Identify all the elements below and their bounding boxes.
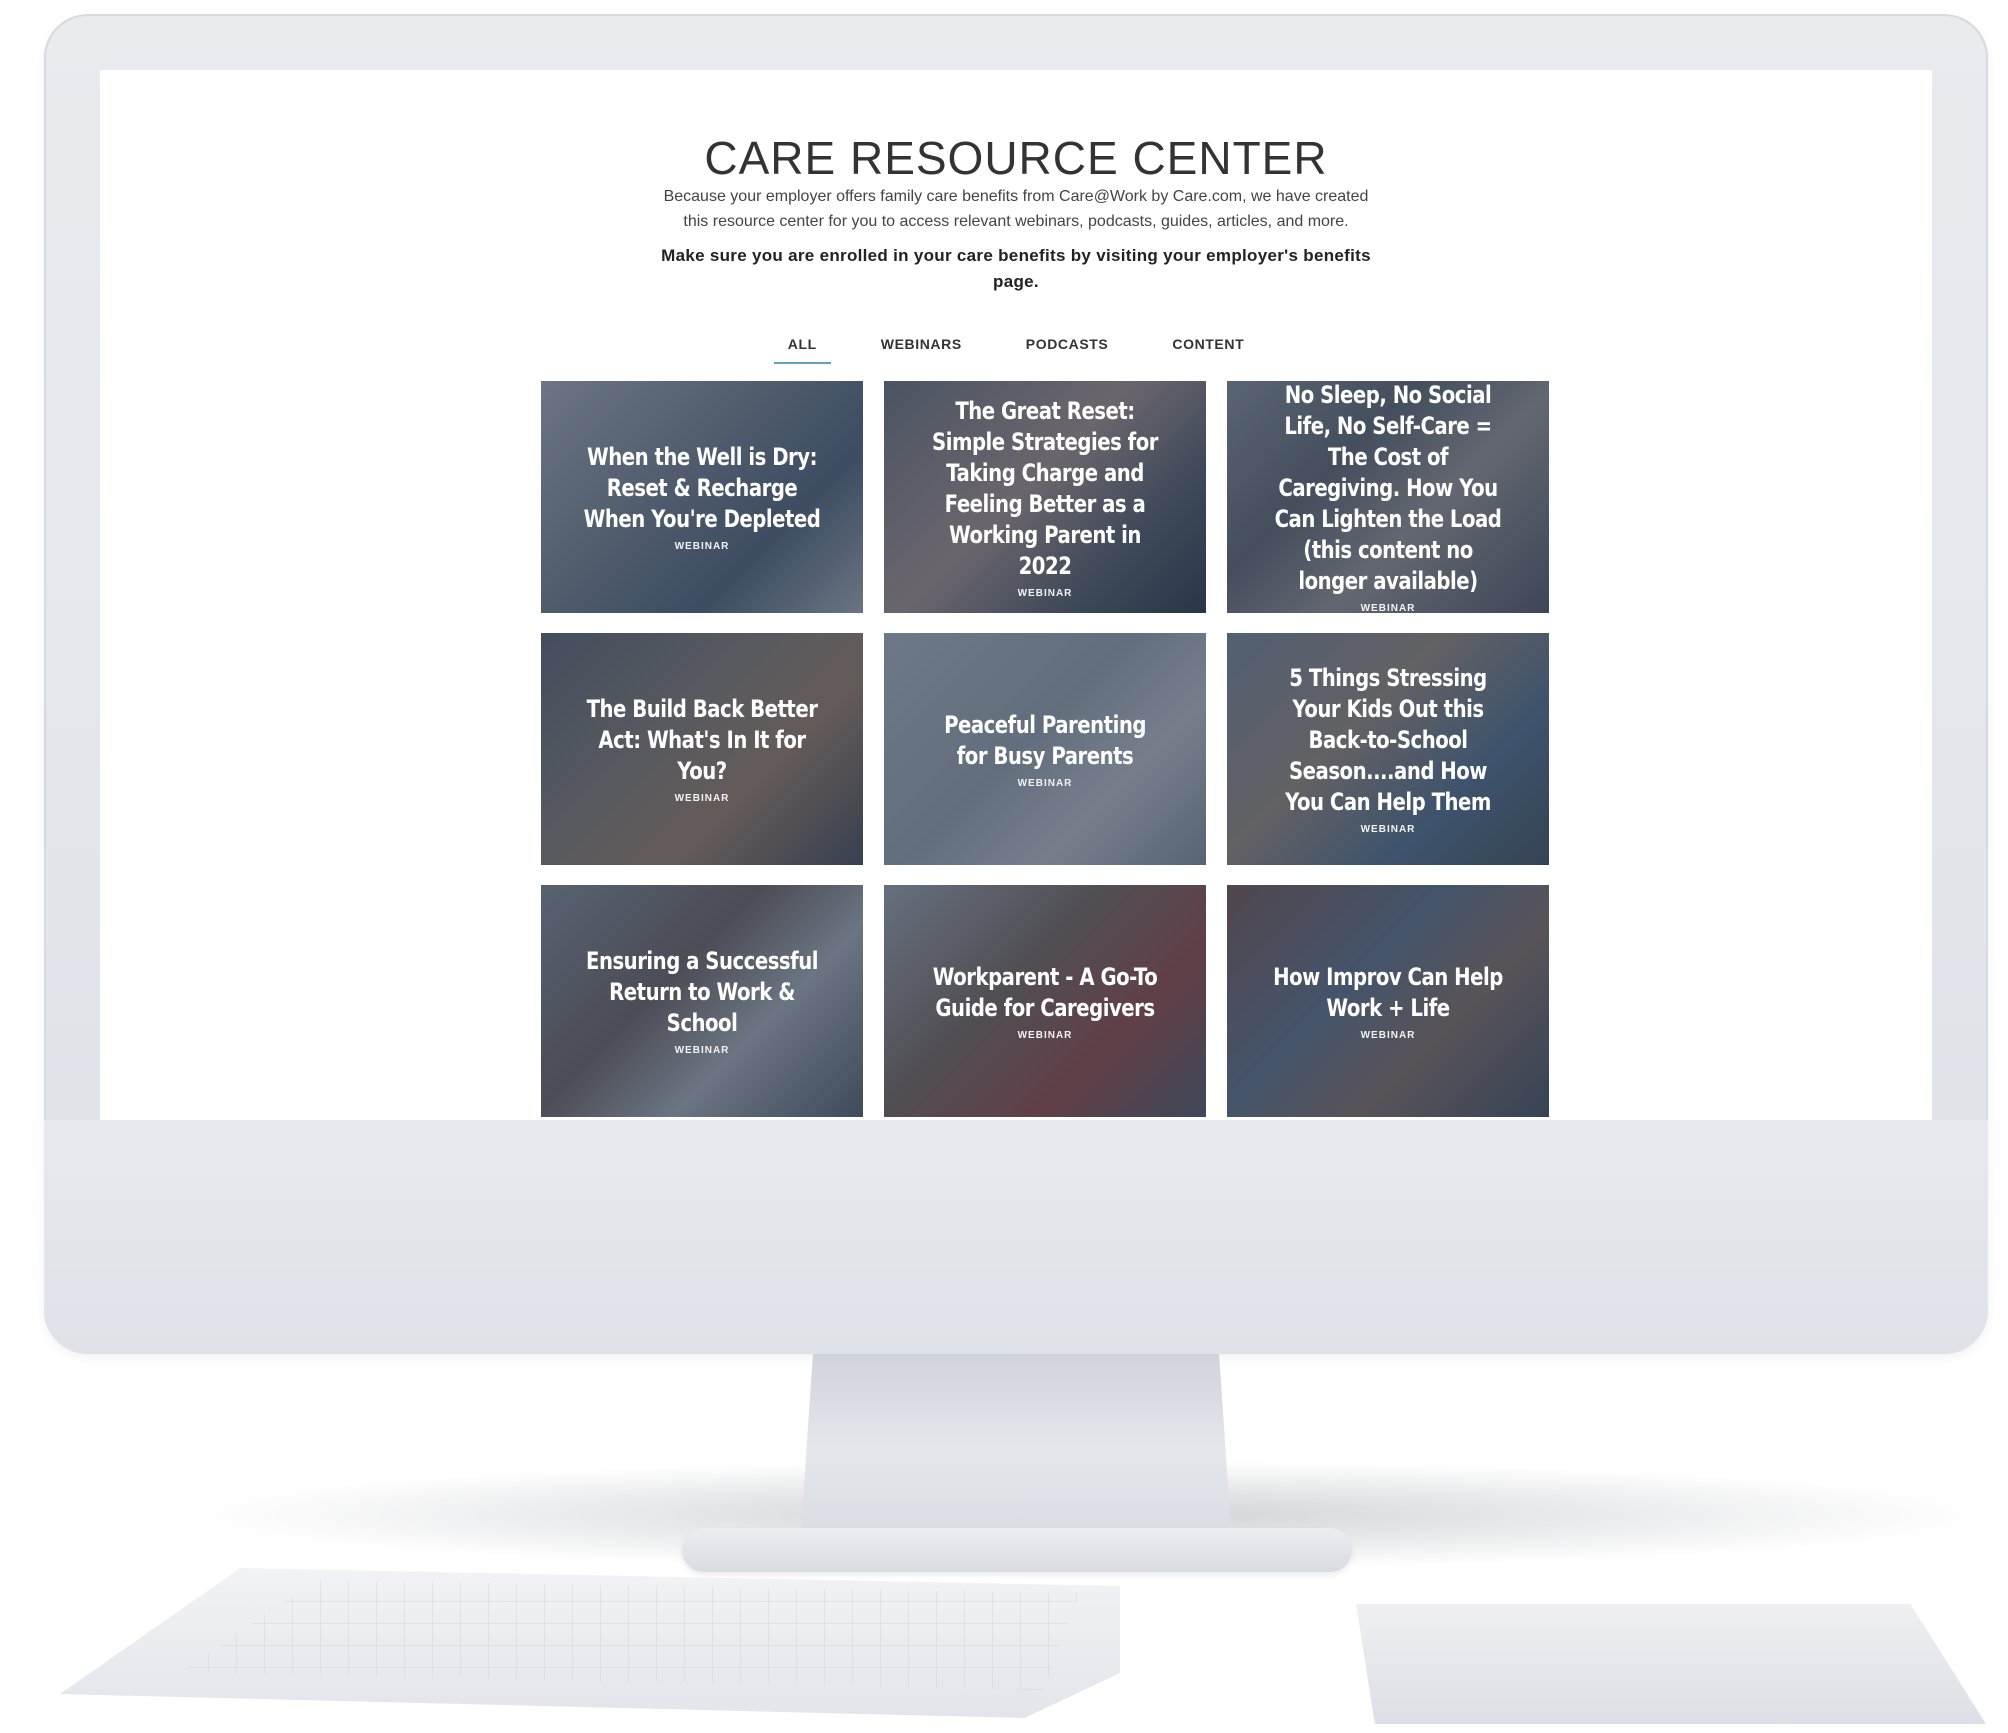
card-title: Peaceful Parenting for Busy Parents (944, 710, 1146, 770)
card-type-label: WEBINAR (1360, 1029, 1416, 1041)
card-type-label: WEBINAR (1360, 824, 1416, 835)
tab-podcasts[interactable]: PODCASTS (1012, 332, 1123, 364)
card-type-label: WEBINAR (674, 1045, 730, 1056)
card-type-label: WEBINAR (1017, 1029, 1073, 1041)
card-title: How Improv Can Help Work + Life (1273, 962, 1503, 1022)
card-title: Ensuring a Successful Return to Work & S… (585, 947, 818, 1037)
tab-all[interactable]: ALL (773, 332, 831, 364)
card-title: Workparent - A Go-To Guide for Caregiver… (932, 962, 1158, 1022)
resource-card[interactable]: Workparent - A Go-To Guide for Caregiver… (884, 885, 1206, 1117)
card-type-label: WEBINAR (674, 541, 730, 552)
resource-card[interactable]: No Sleep, No Social Life, No Self-Care =… (1227, 381, 1549, 613)
resource-card[interactable]: Peaceful Parenting for Busy Parents WEBI… (884, 633, 1206, 865)
card-title: No Sleep, No Social Life, No Self-Care =… (1274, 381, 1502, 595)
resource-grid: When the Well is Dry: Reset & Recharge W… (541, 381, 1549, 1117)
monitor-chin (44, 1120, 1988, 1354)
tab-webinars[interactable]: WEBINARS (867, 332, 976, 364)
filter-tabs: ALL WEBINARS PODCASTS CONTENT (100, 332, 1932, 364)
resource-card[interactable]: 5 Things Stressing Your Kids Out this Ba… (1227, 633, 1549, 865)
card-type-label: WEBINAR (1017, 777, 1073, 789)
card-type-label: WEBINAR (1360, 603, 1416, 613)
trackpad (1356, 1604, 1986, 1724)
resource-card[interactable]: When the Well is Dry: Reset & Recharge W… (541, 381, 863, 613)
card-title: The Great Reset: Simple Strategies for T… (932, 396, 1158, 580)
page-title: CARE RESOURCE CENTER (704, 131, 1328, 184)
enrollment-notice: Make sure you are enrolled in your care … (661, 246, 1371, 291)
monitor-screen: CARE RESOURCE CENTER Because your employ… (100, 70, 1932, 1120)
resource-card[interactable]: Ensuring a Successful Return to Work & S… (541, 885, 863, 1117)
desktop-mockup: CARE RESOURCE CENTER Because your employ… (0, 0, 2008, 1733)
monitor-stand-base (682, 1528, 1352, 1572)
card-title: The Build Back Better Act: What's In It … (586, 695, 818, 785)
card-title: When the Well is Dry: Reset & Recharge W… (583, 443, 821, 533)
monitor-stand (800, 1354, 1232, 1544)
card-title: 5 Things Stressing Your Kids Out this Ba… (1285, 664, 1491, 816)
intro-text: Because your employer offers family care… (663, 188, 1369, 230)
card-type-label: WEBINAR (1017, 587, 1073, 599)
resource-card[interactable]: How Improv Can Help Work + Life WEBINAR (1227, 885, 1549, 1117)
keyboard-keys (180, 1580, 1080, 1690)
tab-content[interactable]: CONTENT (1158, 332, 1258, 364)
resource-card[interactable]: The Great Reset: Simple Strategies for T… (884, 381, 1206, 613)
resource-card[interactable]: The Build Back Better Act: What's In It … (541, 633, 863, 865)
card-type-label: WEBINAR (674, 793, 730, 804)
